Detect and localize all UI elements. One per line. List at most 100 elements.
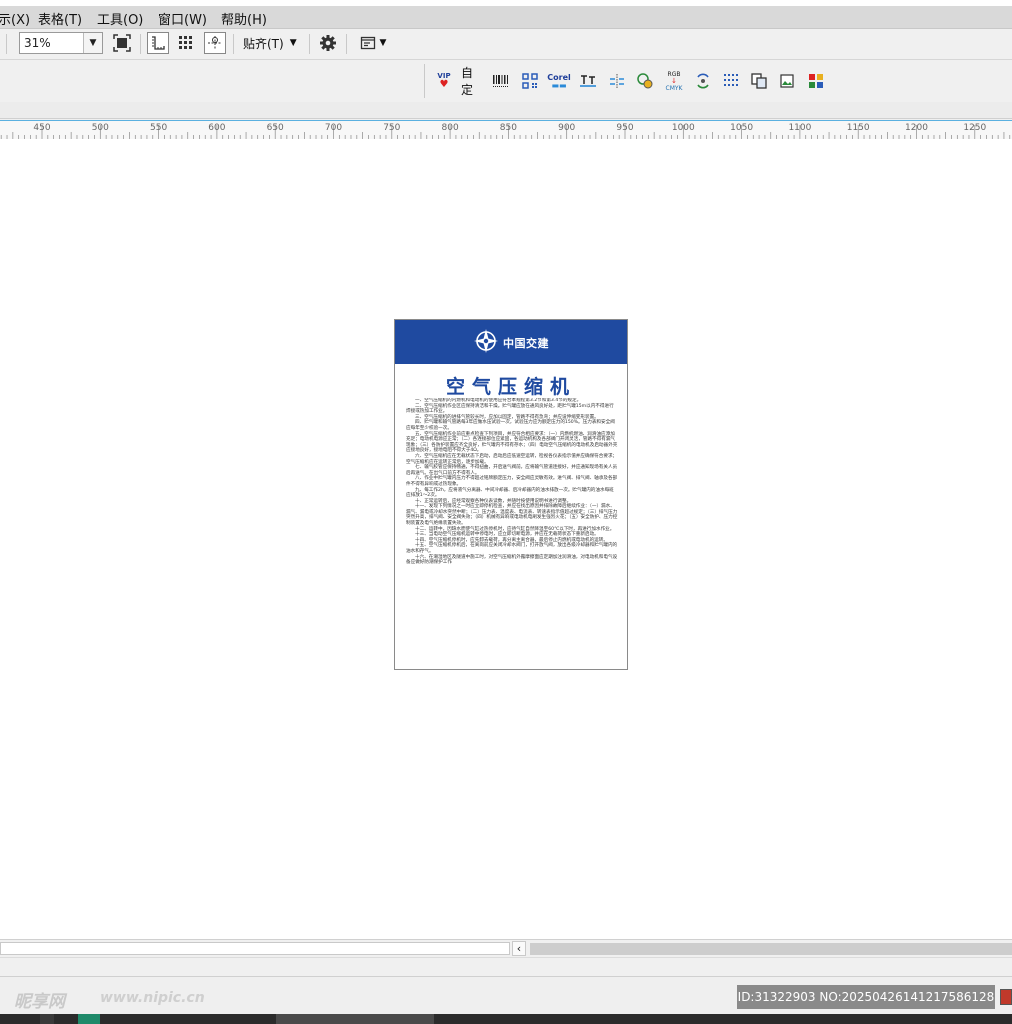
doc-paragraph: 六、空气压缩机应在无载状态下启动，启动后应低速空运转，检视各仪表指示值并应确保符… — [406, 453, 618, 465]
taskbar-item[interactable] — [78, 1014, 100, 1024]
doc-body-text: 一、空气压缩机的内燃机和电动机的使用应符合本规程第3.2节和第3.4节的规定。二… — [406, 398, 618, 660]
menu-item-table[interactable]: 表格(T) — [38, 9, 82, 28]
palette-icon — [809, 74, 823, 88]
doc-paragraph: 十六、在潮湿地区及隧道中施工时，对空气压缩机外露摩擦面应定期加注润滑油，对电动机… — [406, 554, 618, 566]
ruler-tick-label: 500 — [91, 123, 109, 133]
ruler-tick-label: 1250 — [963, 123, 987, 133]
vip-button[interactable]: VIP ♥ — [434, 70, 454, 92]
zoom-level-combo[interactable]: 31% ▼ — [19, 32, 103, 54]
launch-dropdown[interactable]: ▼ — [355, 33, 391, 53]
ruler-tick-label: 550 — [150, 123, 168, 133]
doc-paragraph: 五、空气压缩机作业前应重点检查下列项目，并应符合相应要求：（一）内燃机燃油、润滑… — [406, 431, 618, 454]
ruler-tick-label: 1200 — [905, 123, 928, 133]
horizontal-scrollbar[interactable]: ‹ — [0, 939, 1012, 958]
doc-header-banner: 中国交建 — [395, 320, 627, 364]
ruler-tick-label: 600 — [208, 123, 226, 133]
doc-paragraph: 八、作业中贮气罐内压力不得超过铭牌额定压力，安全阀应灵敏有效。进气阀、排气阀、轴… — [406, 476, 618, 487]
ruler-icon — [152, 36, 165, 50]
os-taskbar — [0, 1014, 1012, 1024]
ruler-tick-label: 1150 — [846, 123, 870, 133]
doc-paragraph: 二、空气压缩机作业区应保持清洁和干燥。贮气罐应放在通风良好处，距贮气罐15m以内… — [406, 403, 614, 415]
taskbar-item-active[interactable] — [276, 1014, 434, 1024]
show-grid-button[interactable] — [176, 33, 196, 53]
chevron-down-icon: ▼ — [289, 38, 297, 48]
dot-grid-icon — [724, 74, 738, 86]
status-bar: 昵享网 www.nipic.cn ID:31322903 NO:20250426… — [0, 976, 1012, 1015]
snap-to-dropdown[interactable]: 贴齐(T) ▼ — [243, 34, 297, 52]
options-button[interactable] — [317, 33, 339, 53]
ccccc-logo-icon — [474, 329, 498, 353]
refresh-icon — [697, 73, 709, 89]
docker-strip — [0, 102, 1012, 119]
scroll-left-button[interactable]: ‹ — [512, 941, 526, 956]
rgb-to-cmyk-button[interactable]: RGB ↓ CMYK — [662, 68, 686, 94]
barcode-button[interactable] — [491, 70, 511, 92]
page-navigator — [0, 957, 1012, 976]
menu-item-window[interactable]: 窗口(W) — [158, 9, 207, 28]
ruler-tick-label: 700 — [324, 123, 343, 133]
snap-to-label: 贴齐(T) — [243, 36, 284, 51]
show-rulers-button[interactable] — [147, 32, 169, 54]
page-tab-area — [0, 942, 510, 955]
pattern-button[interactable] — [720, 70, 742, 92]
convert-button[interactable] — [692, 70, 714, 92]
color-proof-icon[interactable] — [1000, 989, 1012, 1005]
text-layout-icon — [580, 75, 596, 87]
document-page[interactable]: 中国交建 空气压缩机 一、空气压缩机的内燃机和电动机的使用应符合本规程第3.2节… — [394, 319, 628, 670]
zoom-to-page-button[interactable] — [112, 33, 132, 53]
copy-button[interactable] — [748, 70, 770, 92]
toolbar-separator — [6, 34, 7, 54]
ruler-tick-label: 650 — [266, 123, 284, 133]
distribute-icon — [610, 74, 624, 88]
corel-button[interactable]: Corel ▬▬ — [547, 70, 570, 92]
heart-icon: ♥ — [439, 79, 449, 90]
color-swap-icon — [637, 73, 653, 89]
menu-item-help[interactable]: 帮助(H) — [221, 9, 267, 28]
ruler-tick-label: 1100 — [788, 123, 812, 133]
arrow-down-icon: ↓ — [671, 76, 677, 85]
custom-button[interactable]: 自定 — [461, 66, 483, 97]
toolbar-separator — [309, 34, 310, 54]
ruler-tick-label: 750 — [383, 123, 401, 133]
copy-icon — [751, 73, 767, 89]
qrcode-icon — [522, 73, 538, 89]
horizontal-ruler[interactable]: 450 500 550 600 650 700 750 800 850 900 950 1000 105… — [0, 120, 1012, 140]
grid-icon — [179, 36, 192, 49]
image-id-badge: ID:31322903 NO:20250426141217586128 — [737, 985, 995, 1009]
text-tool-button[interactable] — [577, 70, 599, 92]
chevron-down-icon[interactable]: ▼ — [83, 33, 102, 53]
qrcode-button[interactable] — [520, 70, 540, 92]
ruler-tick-label: 800 — [441, 123, 459, 133]
ruler-tick-label: 950 — [616, 123, 634, 133]
chevron-down-icon: ▼ — [379, 38, 387, 48]
toolbar-separator — [424, 64, 425, 98]
align-dots-button[interactable] — [606, 70, 628, 92]
dots-icon: ▬▬ — [551, 80, 567, 90]
toolbar-separator — [233, 34, 234, 54]
doc-title: 空气压缩机 — [445, 376, 576, 398]
cmyk-label: CMYK — [665, 84, 683, 92]
gear-icon — [320, 35, 336, 51]
plugin-toolbar: VIP ♥ 自定 Corel ▬▬ RGB ↓ CMYK — [0, 60, 1012, 102]
launch-window-icon — [360, 36, 375, 50]
ruler-tick-label: 1000 — [671, 123, 695, 133]
chevron-left-icon: ‹ — [516, 942, 522, 955]
custom-label: 自定 — [461, 66, 474, 97]
watermark-url: www.nipic.cn — [100, 990, 205, 1006]
scroll-thumb[interactable] — [530, 943, 1012, 955]
ruler-tick-label: 450 — [33, 123, 51, 133]
export-image-button[interactable] — [776, 70, 798, 92]
menu-item-view[interactable]: 示(X) — [0, 9, 30, 28]
barcode-icon — [493, 75, 508, 87]
menu-item-tools[interactable]: 工具(O) — [97, 9, 143, 28]
taskbar-item[interactable] — [40, 1014, 54, 1024]
show-guidelines-button[interactable] — [204, 32, 226, 54]
ruler-tick-label: 1050 — [730, 123, 754, 133]
guidelines-icon — [208, 36, 222, 50]
ruler-tick-label: 850 — [499, 123, 517, 133]
doc-paragraph: 九、每工作2h，应将液气分离器、中间冷却器、后冷却器内的油水排放一次。贮气罐内的… — [406, 487, 614, 499]
replace-color-button[interactable] — [634, 70, 656, 92]
doc-paragraph: 四、贮气罐和输气管路每3年应做水压试验一次，试验压力应为额定压力的150%。压力… — [406, 420, 615, 431]
color-palette-button[interactable] — [805, 70, 827, 92]
zoom-level-value: 31% — [24, 36, 51, 50]
